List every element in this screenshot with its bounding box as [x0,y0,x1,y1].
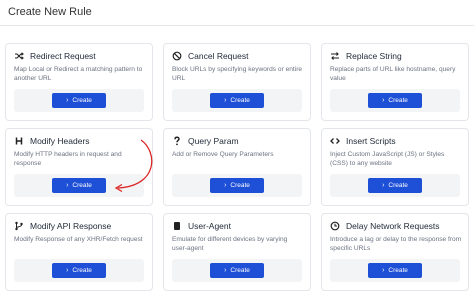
chevron-right-icon: › [224,267,227,274]
create-redirect-request-button[interactable]: › Create [52,93,106,108]
rule-card-modify-headers: Modify Headers Modify HTTP headers in re… [5,128,153,206]
chevron-right-icon: › [66,182,69,189]
card-title: Delay Network Requests [346,221,440,231]
rule-card-user-agent: User-Agent Emulate for different devices… [163,213,311,291]
card-title: Query Param [188,136,239,146]
card-description: Introduce a lag or delay to the response… [330,236,462,252]
block-icon [172,51,182,61]
rule-card-delay-network-requests: Delay Network Requests Introduce a lag o… [321,213,469,291]
card-description: Modify Response of any XHR/Fetch request [14,236,143,243]
card-description: Block URLs by specifying keywords or ent… [172,66,303,82]
rule-grid: Redirect Request Map Local or Redirect a… [5,43,469,291]
card-description: Emulate for different devices by varying… [172,236,288,252]
rule-card-modify-api-response: Modify API Response Modify Response of a… [5,213,153,291]
card-title: Redirect Request [30,51,96,61]
rule-card-insert-scripts: Insert Scripts Inject Custom JavaScript … [321,128,469,206]
card-description: Replace parts of URL like hostname, quer… [330,66,456,82]
dialog-title: Create New Rule [8,6,92,18]
chevron-right-icon: › [66,267,69,274]
card-description: Inject Custom JavaScript (JS) or Styles … [330,151,445,167]
rule-card-redirect-request: Redirect Request Map Local or Redirect a… [5,43,153,121]
heading-icon [14,136,24,146]
create-query-param-button[interactable]: › Create [210,178,264,193]
chevron-right-icon: › [224,97,227,104]
question-mark-icon [172,136,182,146]
chevron-right-icon: › [382,97,385,104]
create-user-agent-button[interactable]: › Create [210,263,264,278]
chevron-right-icon: › [66,97,69,104]
create-insert-scripts-button[interactable]: › Create [368,178,422,193]
card-title: Modify Headers [30,136,90,146]
create-delay-network-requests-button[interactable]: › Create [368,263,422,278]
card-title: Cancel Request [188,51,249,61]
card-title: Insert Scripts [346,136,396,146]
create-cancel-request-button[interactable]: › Create [210,93,264,108]
chevron-right-icon: › [382,182,385,189]
shuffle-icon [14,51,24,61]
create-modify-headers-button[interactable]: › Create [52,178,106,193]
card-title: Modify API Response [30,221,112,231]
rule-card-query-param: Query Param Add or Remove Query Paramete… [163,128,311,206]
swap-arrows-icon [330,51,340,61]
card-title: User-Agent [188,221,231,231]
card-title: Replace String [346,51,402,61]
code-icon [330,136,340,146]
card-description: Map Local or Redirect a matching pattern… [14,66,143,82]
create-replace-string-button[interactable]: › Create [368,93,422,108]
card-description: Modify HTTP headers in request and respo… [14,151,122,167]
branch-icon [14,221,24,231]
chevron-right-icon: › [382,267,385,274]
create-modify-api-response-button[interactable]: › Create [52,263,106,278]
device-icon [172,221,182,231]
header-divider [0,25,474,26]
chevron-right-icon: › [224,182,227,189]
rule-card-cancel-request: Cancel Request Block URLs by specifying … [163,43,311,121]
rule-card-replace-string: Replace String Replace parts of URL like… [321,43,469,121]
clock-icon [330,221,340,231]
card-description: Add or Remove Query Parameters [172,151,274,158]
